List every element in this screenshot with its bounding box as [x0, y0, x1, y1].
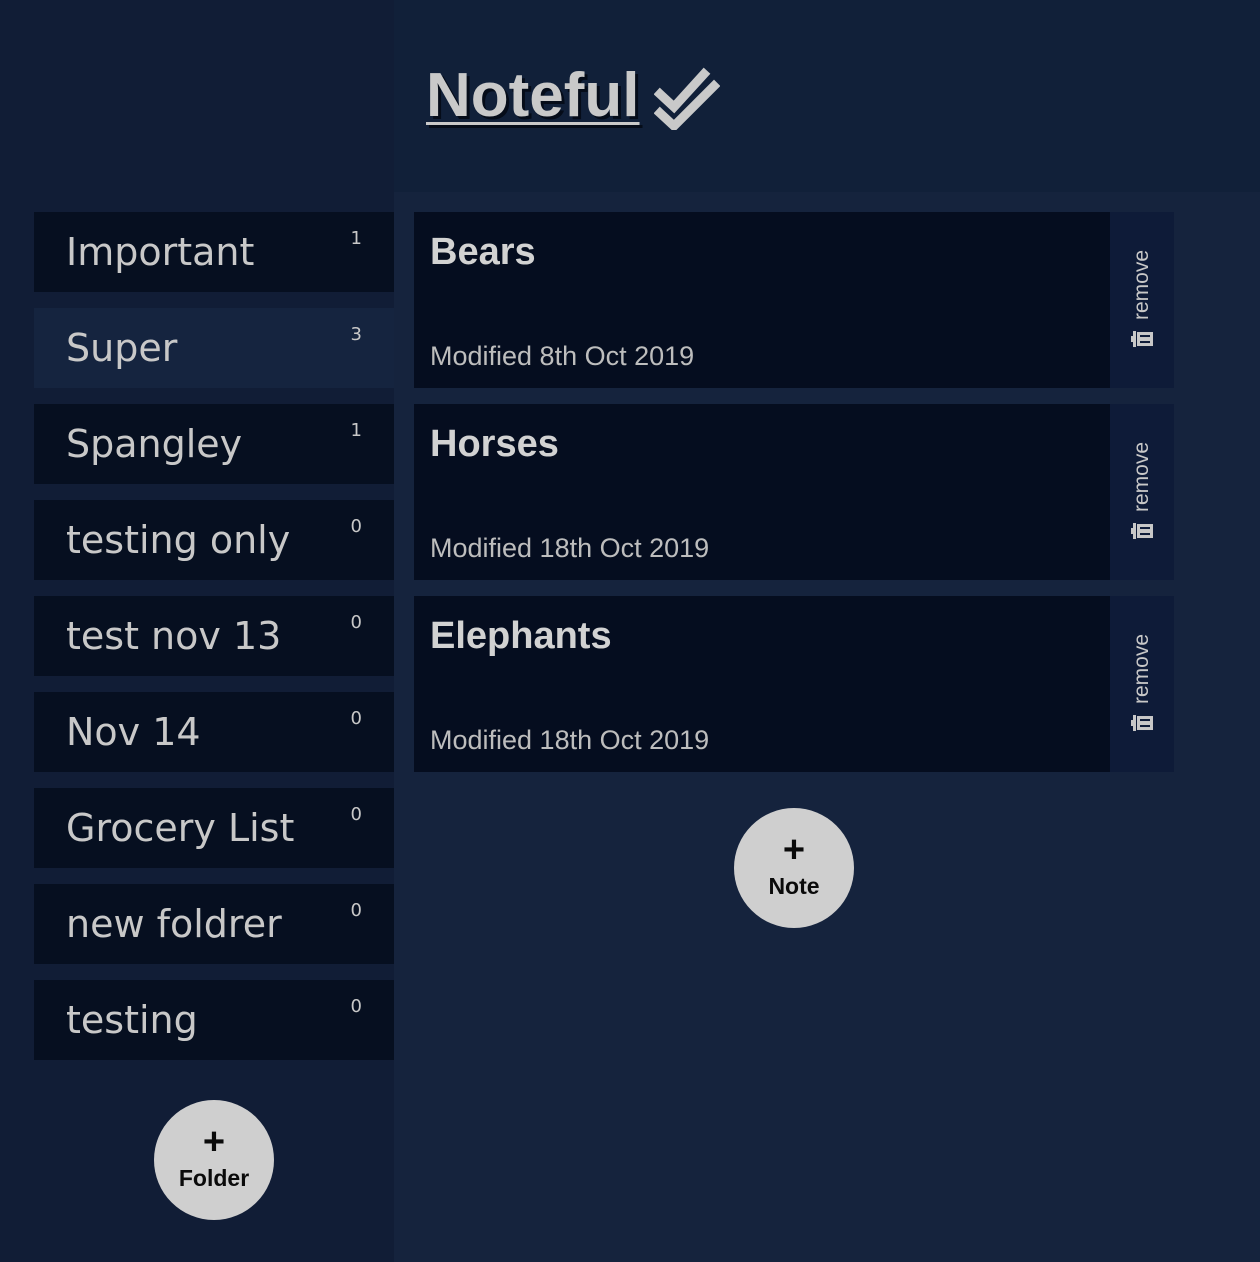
folder-item-super[interactable]: Super 3 — [34, 308, 394, 388]
remove-label: remove — [1130, 441, 1153, 513]
folder-note-count: 0 — [350, 804, 362, 825]
remove-button-content: remove — [1130, 634, 1154, 734]
folder-note-count: 0 — [350, 900, 362, 921]
note-list: Bears Modified 8th Oct 2019 remove Horse… — [414, 212, 1174, 788]
note-link[interactable]: Bears Modified 8th Oct 2019 — [414, 212, 1110, 388]
note-modified-date: Modified 18th Oct 2019 — [430, 533, 710, 563]
folder-name: Spangley — [66, 422, 243, 466]
remove-button-content: remove — [1130, 442, 1154, 542]
folder-note-count: 0 — [350, 708, 362, 729]
remove-note-button[interactable]: remove — [1110, 404, 1174, 580]
folder-note-count: 1 — [350, 228, 362, 249]
note-title[interactable]: Elephants — [430, 614, 612, 658]
double-check-icon — [653, 67, 720, 130]
trash-icon — [1131, 715, 1153, 732]
note-item-elephants: Elephants Modified 18th Oct 2019 remove — [414, 596, 1174, 772]
note-link[interactable]: Elephants Modified 18th Oct 2019 — [414, 596, 1110, 772]
note-title[interactable]: Horses — [430, 422, 559, 466]
folder-note-count: 0 — [350, 516, 362, 537]
remove-label: remove — [1130, 249, 1153, 321]
folder-note-count: 0 — [350, 612, 362, 633]
app-title: Noteful — [426, 58, 720, 134]
folder-name: Nov 14 — [66, 710, 201, 754]
folder-name: Super — [66, 326, 178, 370]
remove-note-button[interactable]: remove — [1110, 596, 1174, 772]
plus-icon: + — [782, 829, 806, 871]
folder-name: test nov 13 — [66, 614, 282, 658]
folder-item-grocery-list[interactable]: Grocery List 0 — [34, 788, 394, 868]
note-item-bears: Bears Modified 8th Oct 2019 remove — [414, 212, 1174, 388]
note-modified-date: Modified 18th Oct 2019 — [430, 725, 710, 755]
folder-item-important[interactable]: Important 1 — [34, 212, 394, 292]
folder-item-spangley[interactable]: Spangley 1 — [34, 404, 394, 484]
add-note-button[interactable]: + Note — [734, 808, 854, 928]
folder-item-test-nov-13[interactable]: test nov 13 0 — [34, 596, 394, 676]
folder-item-testing-only[interactable]: testing only 0 — [34, 500, 394, 580]
folder-note-count: 0 — [350, 996, 362, 1017]
folder-note-count: 1 — [350, 420, 362, 441]
folder-item-testing[interactable]: testing 0 — [34, 980, 394, 1060]
note-item-horses: Horses Modified 18th Oct 2019 remove — [414, 404, 1174, 580]
plus-icon: + — [202, 1121, 226, 1163]
note-link[interactable]: Horses Modified 18th Oct 2019 — [414, 404, 1110, 580]
folder-note-count: 3 — [350, 324, 362, 345]
note-title[interactable]: Bears — [430, 230, 536, 274]
add-folder-label: Folder — [178, 1165, 250, 1191]
app-title-link[interactable]: Noteful — [426, 58, 640, 134]
folder-name: new foldrer — [66, 902, 282, 946]
note-modified-date: Modified 8th Oct 2019 — [430, 341, 695, 371]
folder-name: testing only — [66, 518, 291, 562]
folder-list: Important 1 Super 3 Spangley 1 testing o… — [34, 212, 394, 1076]
folder-name: testing — [66, 998, 198, 1042]
add-note-label: Note — [768, 873, 820, 899]
add-folder-button[interactable]: + Folder — [154, 1100, 274, 1220]
remove-note-button[interactable]: remove — [1110, 212, 1174, 388]
folder-name: Important — [66, 230, 255, 274]
remove-label: remove — [1130, 633, 1153, 705]
folder-item-nov-14[interactable]: Nov 14 0 — [34, 692, 394, 772]
trash-icon — [1131, 523, 1153, 540]
folder-item-new-foldrer[interactable]: new foldrer 0 — [34, 884, 394, 964]
folder-name: Grocery List — [66, 806, 295, 850]
remove-button-content: remove — [1130, 250, 1154, 350]
trash-icon — [1131, 331, 1153, 348]
